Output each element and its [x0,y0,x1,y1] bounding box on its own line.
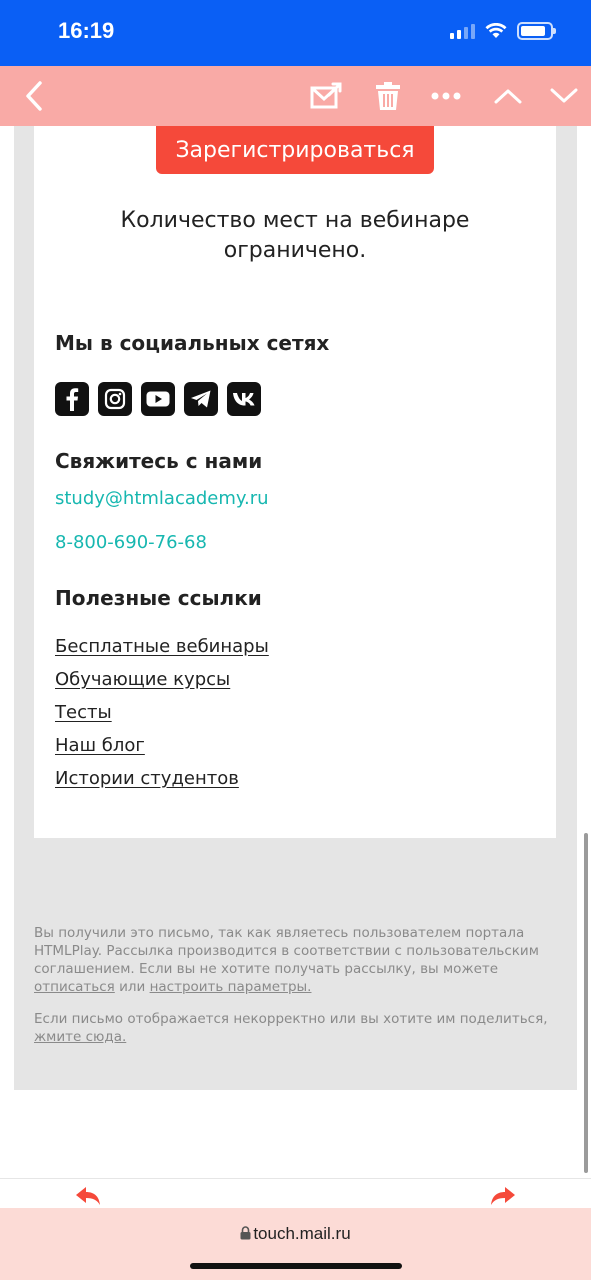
move-mail-icon [310,82,342,109]
lock-icon [240,1226,251,1240]
vk-icon[interactable] [227,382,261,416]
link-blog[interactable]: Наш блог [55,735,145,756]
status-time: 16:19 [58,18,115,43]
telegram-icon[interactable] [184,382,218,416]
more-dots-icon [431,92,461,100]
delete-button[interactable] [368,66,408,126]
previous-button[interactable] [488,66,528,126]
contact-email-link[interactable]: study@htmlacademy.ru [55,488,269,509]
footer-share-notice: Если письмо отображается некорректно или… [34,1011,548,1045]
url-display[interactable]: touch.mail.ru [0,1224,591,1244]
move-button[interactable] [306,66,346,126]
link-tests[interactable]: Тесты [55,702,112,723]
footer-notice: Вы получили это письмо, так как являетес… [34,925,539,995]
next-button[interactable] [544,66,584,126]
link-stories[interactable]: Истории студентов [55,768,239,789]
facebook-icon[interactable] [55,382,89,416]
browser-url-bar[interactable]: touch.mail.ru [0,1208,591,1280]
social-icons [55,382,261,416]
seats-notice: Количество мест на вебинаре ограничено. [120,208,470,263]
link-webinars[interactable]: Бесплатные вебинары [55,636,269,657]
signal-icon [450,23,475,39]
chevron-down-icon [550,88,578,103]
link-courses[interactable]: Обучающие курсы [55,669,230,690]
battery-icon [517,22,556,40]
forward-arrow-icon[interactable] [489,1185,517,1207]
wifi-icon [485,23,507,38]
email-body[interactable]: Зарегистрироваться Количество мест на ве… [0,126,591,1178]
email-wrapper: Зарегистрироваться Количество мест на ве… [14,126,577,1090]
contact-phone-link[interactable]: 8-800-690-76-68 [55,532,207,553]
chevron-left-icon [26,81,42,111]
chevron-up-icon [494,89,522,104]
social-title: Мы в социальных сетях [55,331,330,355]
youtube-icon[interactable] [141,382,175,416]
more-button[interactable] [426,66,466,126]
contact-title: Свяжитесь с нами [55,449,263,473]
home-indicator [190,1263,402,1269]
back-arrow-icon[interactable] [74,1185,102,1207]
register-button[interactable]: Зарегистрироваться [156,126,434,174]
unsubscribe-link[interactable]: отписаться [34,979,115,995]
status-icons [450,22,556,40]
trash-icon [376,82,400,110]
click-here-link[interactable]: жмите сюда. [34,1029,126,1045]
instagram-icon[interactable] [98,382,132,416]
email-card: Зарегистрироваться Количество мест на ве… [34,126,556,838]
back-button[interactable] [14,66,54,126]
settings-link[interactable]: настроить параметры. [150,979,312,995]
scrollbar[interactable] [584,833,588,1173]
status-bar: 16:19 [0,0,591,66]
links-title: Полезные ссылки [55,586,262,610]
browser-nav-bar [0,1178,591,1208]
mail-toolbar [0,66,591,126]
